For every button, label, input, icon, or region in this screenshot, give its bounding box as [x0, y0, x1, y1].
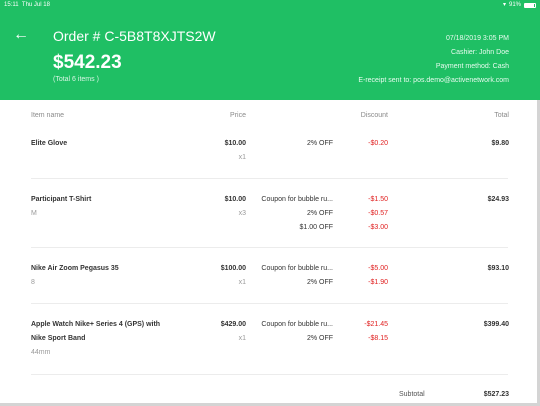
item-variant: M [31, 210, 37, 217]
payment-method: Payment method: Cash [435, 63, 509, 70]
battery-percent: 91% [508, 2, 521, 8]
item-total: $93.10 [487, 265, 509, 272]
item-count: (Total 6 items ) [53, 76, 99, 83]
item-name: Elite Glove [31, 140, 68, 147]
status-time: 15:11 [4, 2, 19, 8]
discount-desc: Coupon for bubble ru... [261, 265, 333, 272]
row-divider [31, 374, 508, 375]
column-total: Total [494, 112, 509, 119]
discount-desc: Coupon for bubble ru... [261, 321, 333, 328]
order-total: $542.23 [53, 52, 122, 73]
item-price: $10.00 [224, 196, 246, 203]
item-qty: x1 [238, 154, 246, 161]
column-discount: Discount [360, 112, 388, 119]
subtotal-label: Subtotal [399, 391, 425, 398]
wifi-icon: ▾ [502, 2, 506, 8]
row-divider [31, 247, 508, 248]
item-total: $24.93 [487, 196, 509, 203]
status-date: Thu Jul 18 [21, 2, 50, 8]
discount-amount: -$0.57 [368, 210, 388, 217]
row-divider [31, 178, 508, 179]
battery-fill [525, 3, 535, 7]
item-price: $100.00 [220, 265, 246, 272]
discount-amount: -$0.20 [368, 140, 388, 147]
item-variant: 8 [31, 279, 35, 286]
item-name: Participant T-Shirt [31, 196, 92, 203]
column-item-name: Item name [31, 112, 65, 119]
cashier: Cashier: John Doe [451, 49, 509, 56]
item-qty: x3 [238, 210, 246, 217]
order-title: Order # C-5B8T8XJTS2W [53, 28, 216, 44]
item-name-line1: Apple Watch Nike+ Series 4 (GPS) with [31, 321, 161, 328]
order-meta: 07/18/2019 3:05 PM Cashier: John Doe Pay… [358, 32, 509, 88]
status-bar: 15:11 Thu Jul 18 ▾ 91% [0, 0, 540, 10]
discount-amount: -$1.90 [368, 279, 388, 286]
arrow-left-icon[interactable]: ← [13, 26, 29, 44]
discount-desc: 2% OFF [306, 279, 333, 286]
item-variant: 44mm [31, 349, 51, 356]
status-right: ▾ 91% [503, 0, 536, 10]
item-total: $399.40 [483, 321, 509, 328]
discount-desc: 2% OFF [306, 335, 333, 342]
status-time-date: 15:11 Thu Jul 18 [4, 0, 50, 10]
discount-amount: -$5.00 [368, 265, 388, 272]
discount-amount: -$21.45 [364, 321, 388, 328]
discount-desc: 2% OFF [306, 210, 333, 217]
table-header: Item name Price Discount Total [0, 112, 540, 126]
item-name: Nike Air Zoom Pegasus 35 [31, 265, 119, 272]
row-divider [31, 303, 508, 304]
item-qty: x1 [238, 335, 246, 342]
item-price: $429.00 [220, 321, 246, 328]
column-price: Price [230, 112, 246, 119]
item-total: $9.80 [491, 140, 509, 147]
discount-amount: -$3.00 [368, 224, 388, 231]
discount-amount: -$8.15 [368, 335, 388, 342]
discount-desc: 2% OFF [306, 140, 333, 147]
item-name-line2: Nike Sport Band [31, 335, 86, 342]
ereceipt-email: E-receipt sent to: pos.demo@activenetwor… [358, 77, 509, 84]
discount-desc: Coupon for bubble ru... [261, 196, 333, 203]
order-datetime: 07/18/2019 3:05 PM [445, 35, 509, 42]
battery-icon [524, 2, 536, 8]
item-qty: x1 [238, 279, 246, 286]
subtotal-value: $527.23 [483, 391, 509, 398]
item-price: $10.00 [224, 140, 246, 147]
discount-desc: $1.00 OFF [299, 224, 333, 231]
discount-amount: -$1.50 [368, 196, 388, 203]
order-header: ← Order # C-5B8T8XJTS2W $542.23 (Total 6… [0, 10, 540, 100]
